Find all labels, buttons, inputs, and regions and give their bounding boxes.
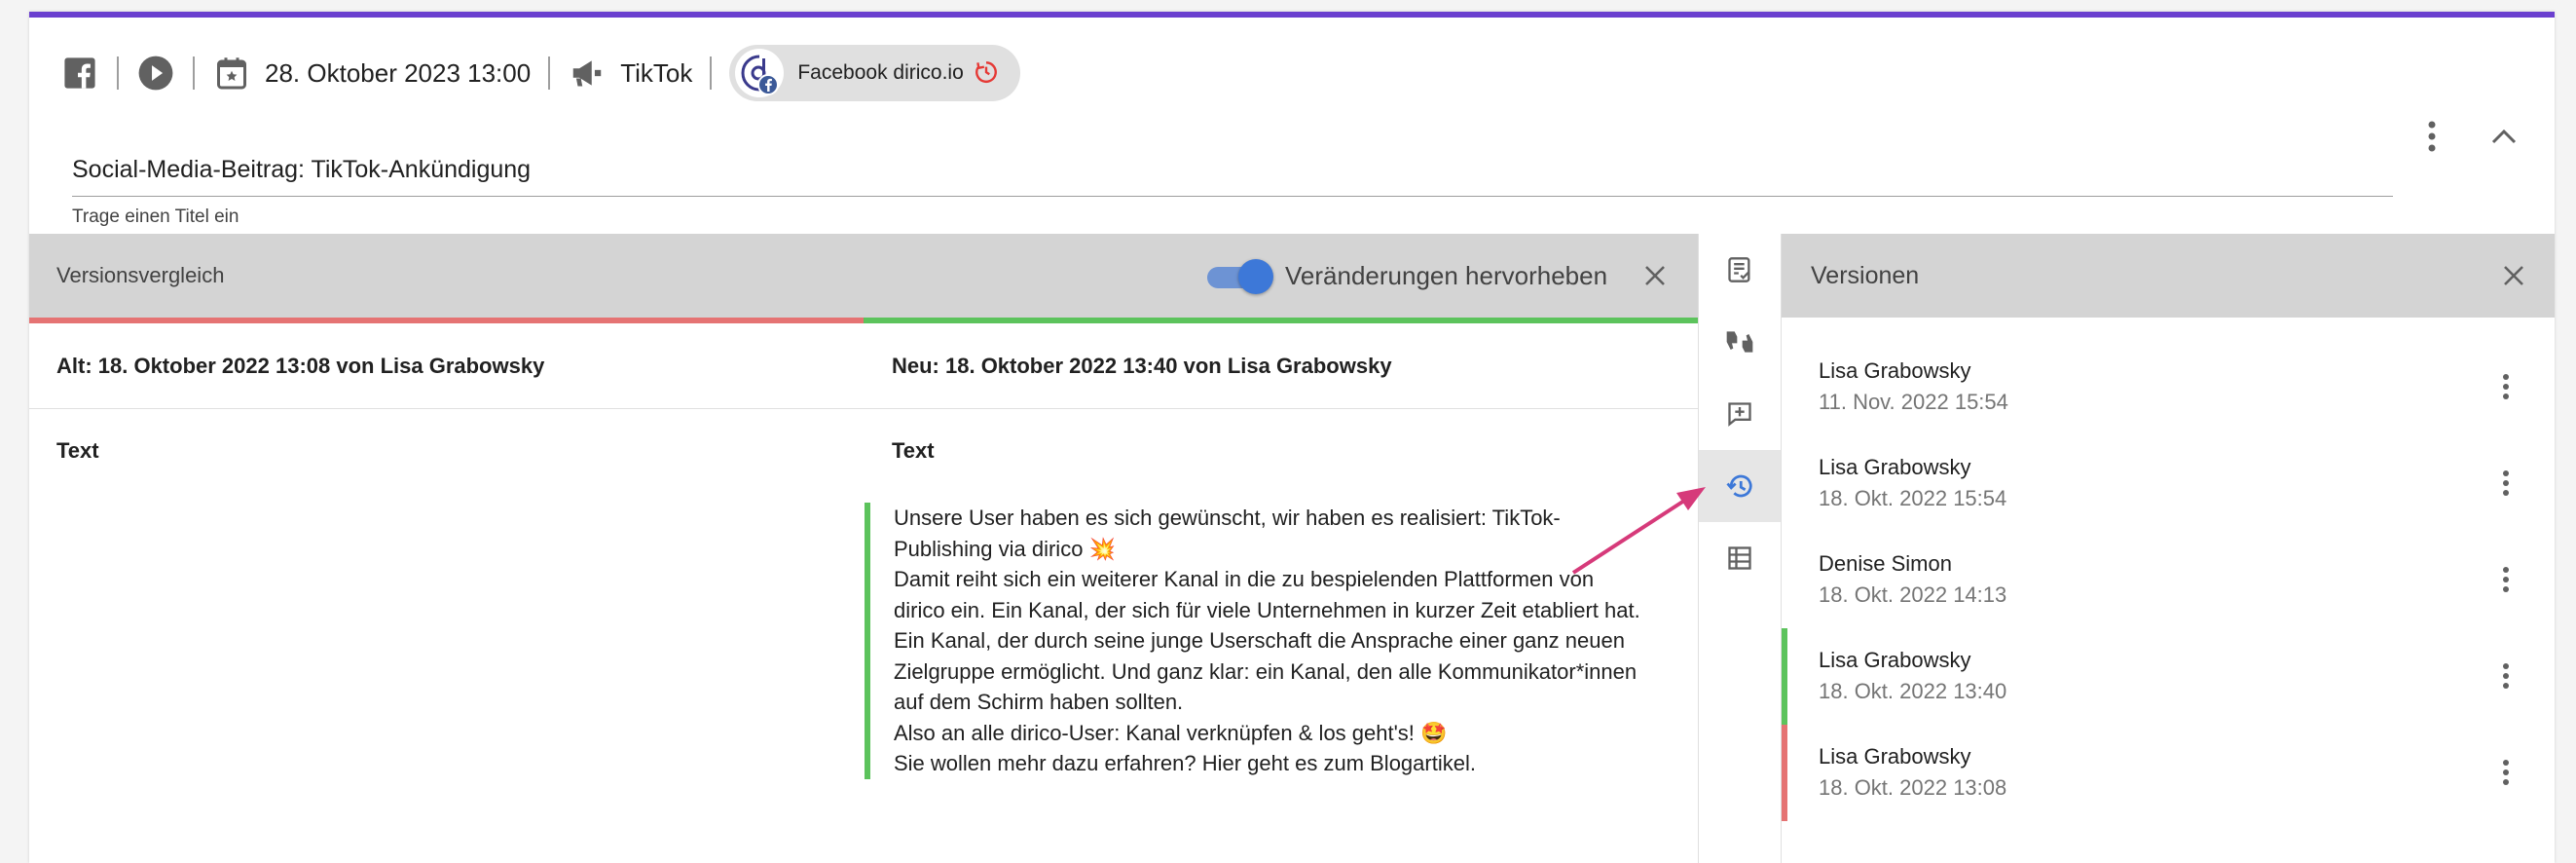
close-versions-icon[interactable] [2494,256,2533,295]
list-icon[interactable] [1699,522,1781,594]
thumbs-icon[interactable] [1699,306,1781,378]
new-text-diff: Unsere User haben es sich gewünscht, wir… [865,503,1682,779]
toolbar-divider [117,56,119,90]
channel-label[interactable]: TikTok [620,58,692,89]
timer-icon [974,58,999,89]
side-icon-rail [1698,234,1782,863]
version-date: 18. Okt. 2022 15:54 [1819,486,2007,510]
version-item[interactable]: Lisa Grabowsky 11. Nov. 2022 15:54 [1782,339,2555,435]
new-version-label: Neu: 18. Oktober 2022 13:40 von Lisa Gra… [892,354,1392,378]
facebook-icon[interactable] [60,54,99,93]
version-more-icon[interactable] [2488,655,2523,697]
highlight-changes-label[interactable]: Veränderungen hervorheben [1285,234,1607,318]
version-more-icon[interactable] [2488,558,2523,601]
version-item[interactable]: Lisa Grabowsky 18. Okt. 2022 15:54 [1782,435,2555,532]
version-date: 11. Nov. 2022 15:54 [1819,390,2008,414]
toolbar-divider [548,56,551,90]
post-meta-toolbar: 28. Oktober 2023 13:00 TikTok Facebook d… [60,45,1020,101]
post-title-input[interactable]: Social-Media-Beitrag: TikTok-Ankündigung [72,142,2393,197]
old-field-label: Text [56,438,99,463]
account-chip[interactable]: Facebook dirico.io [729,45,1020,101]
version-author: Lisa Grabowsky [1819,744,1971,769]
version-author: Denise Simon [1819,551,1952,576]
text-line: Ein Kanal, der durch seine junge Usersch… [894,628,1625,653]
version-compare-title: Versionsvergleich [56,263,225,287]
version-author: Lisa Grabowsky [1819,358,1971,383]
version-more-icon[interactable] [2488,751,2523,794]
text-line: Publishing via dirico 💥 [894,536,1116,561]
add-comment-icon[interactable] [1699,378,1781,450]
old-version-marker [1782,725,1787,821]
post-header: 28. Oktober 2023 13:00 TikTok Facebook d… [29,18,2555,234]
text-line: Unsere User haben es sich gewünscht, wir… [894,506,1561,530]
version-item[interactable]: Lisa Grabowsky 18. Okt. 2022 13:08 [1782,725,2555,821]
text-line: Damit reiht sich ein weiterer Kanal in d… [894,567,1595,591]
post-title-hint: Trage einen Titel ein [72,206,239,227]
more-options-icon[interactable] [2414,115,2449,158]
new-version-marker [1782,628,1787,725]
versions-title: Versionen [1811,262,1920,289]
text-line: dirico ein. Ein Kanal, der sich für viel… [894,597,1640,622]
version-item[interactable]: Denise Simon 18. Okt. 2022 14:13 [1782,532,2555,628]
history-icon[interactable] [1699,450,1781,522]
version-date: 18. Okt. 2022 13:40 [1819,679,2007,703]
text-line: Also an alle dirico-User: Kanal verknüpf… [894,720,1448,745]
text-line: Sie wollen mehr dazu erfahren? Hier geht… [894,751,1476,775]
close-compare-icon[interactable] [1636,256,1674,295]
version-more-icon[interactable] [2488,365,2523,408]
text-line: Zielgruppe ermöglicht. Und ganz klar: ei… [894,658,1638,684]
version-labels-row: Alt: 18. Oktober 2022 13:08 von Lisa Gra… [29,323,1698,409]
calendar-icon [212,54,251,93]
version-author: Lisa Grabowsky [1819,648,1971,672]
old-version-label: Alt: 18. Oktober 2022 13:08 von Lisa Gra… [56,354,545,378]
version-item[interactable]: Lisa Grabowsky 18. Okt. 2022 13:40 [1782,628,2555,725]
publish-date-text[interactable]: 28. Oktober 2023 13:00 [265,58,531,89]
play-icon[interactable] [136,54,175,93]
toolbar-divider [193,56,195,90]
megaphone-icon [568,54,607,93]
version-more-icon[interactable] [2488,462,2523,505]
version-author: Lisa Grabowsky [1819,455,1971,479]
version-compare-header: Versionsvergleich Veränderungen hervorhe… [29,234,1698,318]
highlight-changes-toggle[interactable] [1203,259,1273,294]
dirico-avatar-icon [735,49,785,97]
version-compare-panel: Versionsvergleich Veränderungen hervorhe… [29,234,1698,863]
post-editor-card: 28. Oktober 2023 13:00 TikTok Facebook d… [29,12,2555,863]
checklist-icon[interactable] [1699,234,1781,306]
account-chip-label: Facebook dirico.io [797,61,964,84]
text-line: auf dem Schirm haben sollten. [894,690,1184,714]
chevron-up-icon[interactable] [2483,115,2525,158]
new-field-label: Text [892,438,935,463]
versions-panel: Versionen Lisa Grabowsky 11. Nov. 2022 1… [1782,234,2555,863]
version-date: 18. Okt. 2022 13:08 [1819,775,2007,800]
toolbar-divider [710,56,713,90]
version-date: 18. Okt. 2022 14:13 [1819,582,2007,607]
versions-header: Versionen [1782,234,2555,318]
